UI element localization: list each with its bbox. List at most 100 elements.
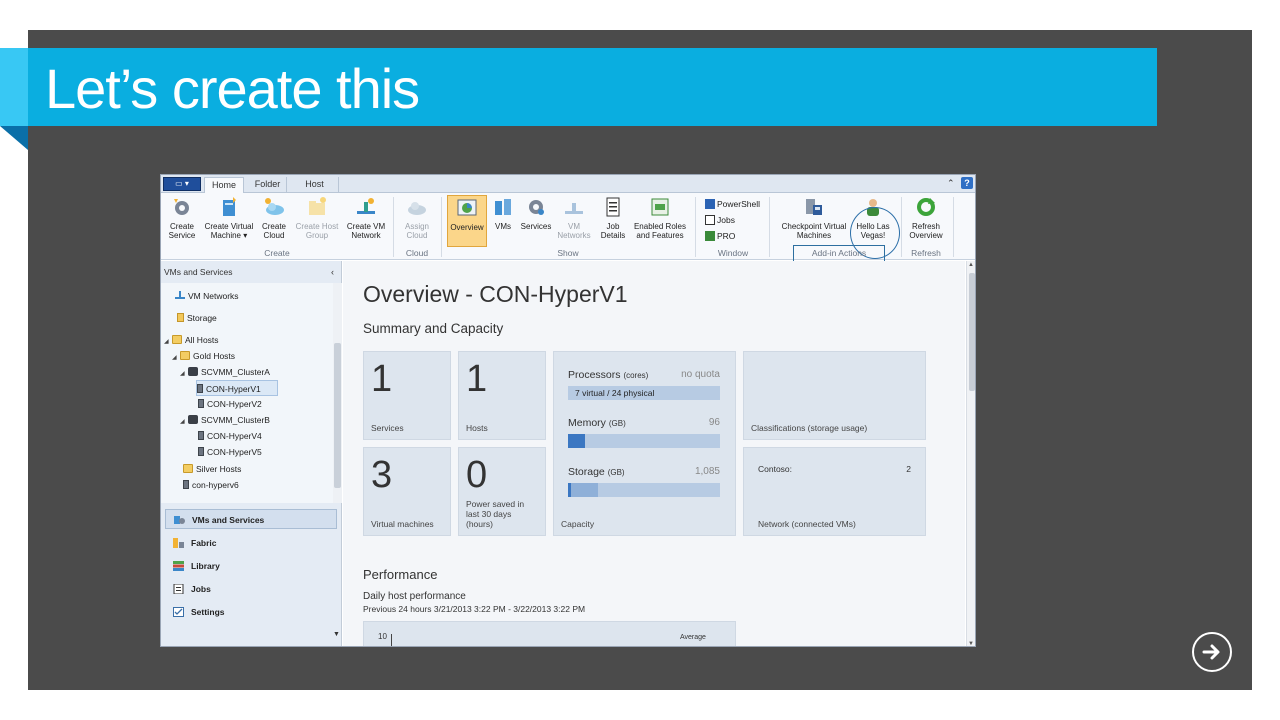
vm-network-icon bbox=[357, 198, 375, 214]
powershell-icon bbox=[705, 199, 715, 209]
create-vm-network-button[interactable]: Create VM Network bbox=[343, 195, 389, 247]
chart-y-tick: 10 bbox=[378, 632, 387, 641]
services-gear-icon bbox=[529, 200, 544, 215]
tile-value: 0 bbox=[466, 454, 488, 496]
workspace-fabric[interactable]: Fabric bbox=[165, 533, 337, 553]
assign-cloud-button[interactable]: Assign Cloud bbox=[399, 195, 435, 247]
jobs-button[interactable]: Jobs bbox=[705, 213, 735, 227]
help-icon[interactable]: ? bbox=[961, 177, 973, 189]
expand-triangle-icon: ◢ bbox=[180, 371, 185, 377]
window-controls: ⌃ ? bbox=[947, 177, 973, 189]
tree-item-con-hyperv5[interactable]: CON-HyperV5 bbox=[198, 444, 262, 460]
vmm-console-screenshot: ▭ ▾ Home Folder Host ⌃ ? Create Service … bbox=[160, 174, 976, 647]
tab-home[interactable]: Home bbox=[204, 177, 244, 194]
section-title-performance: Performance bbox=[363, 567, 438, 582]
tile-label: Hosts bbox=[466, 423, 488, 433]
tile-label: Services bbox=[371, 423, 404, 433]
library-books-icon bbox=[173, 561, 184, 571]
tile-network[interactable]: Contoso: 2 Network (connected VMs) bbox=[743, 447, 926, 536]
ribbon-separator bbox=[901, 197, 902, 257]
ribbon-group-create-label: Create bbox=[264, 248, 290, 258]
tree-item-con-hyperv4[interactable]: CON-HyperV4 bbox=[198, 428, 262, 444]
tile-value: 1 bbox=[371, 358, 393, 400]
vm-networks-button[interactable]: VM Networks bbox=[555, 195, 593, 247]
arrow-right-circle-icon bbox=[1202, 644, 1220, 660]
server-icon bbox=[197, 384, 203, 393]
workspace-jobs[interactable]: Jobs bbox=[165, 579, 337, 599]
tree-item-con-hyperv1[interactable]: CON-HyperV1 bbox=[196, 380, 278, 396]
tile-value: 1 bbox=[466, 358, 488, 400]
tree-item-scvmm-clustera[interactable]: ◢ SCVMM_ClusterA bbox=[180, 364, 270, 380]
tree-item-all-hosts[interactable]: ◢ All Hosts bbox=[164, 332, 219, 348]
ribbon-group-refresh-label: Refresh bbox=[911, 248, 941, 258]
navigation-pane: VMs and Services ‹ VM Networks Storage ◢… bbox=[161, 261, 342, 646]
pro-icon bbox=[705, 231, 715, 241]
tree-item-silver-hosts[interactable]: Silver Hosts bbox=[183, 461, 241, 477]
main-scrollbar[interactable]: ▲ ▼ bbox=[966, 261, 975, 646]
network-name: Contoso: bbox=[758, 464, 793, 474]
collapse-ribbon-icon[interactable]: ⌃ bbox=[947, 178, 955, 188]
tile-services[interactable]: 1 Services bbox=[363, 351, 451, 440]
more-workspaces-icon[interactable]: ▼ bbox=[333, 631, 340, 638]
tree-item-con-hyperv6[interactable]: con-hyperv6 bbox=[183, 477, 239, 493]
pro-button[interactable]: PRO bbox=[705, 229, 735, 243]
create-host-group-button[interactable]: Create Host Group bbox=[291, 195, 343, 247]
vms-button[interactable]: VMs bbox=[489, 195, 517, 247]
job-details-button[interactable]: Job Details bbox=[595, 195, 631, 247]
workspace-library[interactable]: Library bbox=[165, 556, 337, 576]
overview-button[interactable]: Overview bbox=[447, 195, 487, 247]
tile-label: Capacity bbox=[561, 519, 595, 529]
tile-hosts[interactable]: 1 Hosts bbox=[458, 351, 546, 440]
performance-range: Previous 24 hours 3/21/2013 3:22 PM - 3/… bbox=[363, 604, 586, 614]
scroll-up-icon[interactable]: ▲ bbox=[968, 262, 974, 268]
vm-networks-icon bbox=[565, 203, 583, 214]
next-slide-button[interactable] bbox=[1192, 632, 1232, 672]
tree-item-gold-hosts[interactable]: ◢ Gold Hosts bbox=[172, 348, 235, 364]
folder-icon bbox=[183, 464, 193, 473]
jobs-clipboard-icon bbox=[173, 584, 184, 594]
scroll-down-icon[interactable]: ▼ bbox=[968, 641, 974, 646]
settings-checkbox-icon bbox=[173, 607, 184, 617]
slide: Let’s create this ▭ ▾ Home Folder Host ⌃… bbox=[0, 0, 1280, 720]
create-service-button[interactable]: Create Service bbox=[163, 195, 201, 247]
tree-item-scvmm-clusterb[interactable]: ◢ SCVMM_ClusterB bbox=[180, 412, 270, 428]
slide-title: Let’s create this bbox=[45, 57, 420, 120]
ribbon-separator bbox=[441, 197, 442, 257]
tab-host[interactable]: Host bbox=[291, 177, 339, 194]
enabled-roles-button[interactable]: Enabled Roles and Features bbox=[631, 195, 689, 247]
powershell-button[interactable]: PowerShell bbox=[705, 197, 760, 211]
tile-classifications[interactable]: Classifications (storage usage) bbox=[743, 351, 926, 440]
host-group-folder-icon bbox=[309, 197, 326, 215]
title-banner-fold bbox=[0, 126, 28, 150]
tab-folder[interactable]: Folder bbox=[249, 177, 287, 194]
checkpoint-vms-button[interactable]: Checkpoint Virtual Machines bbox=[773, 195, 855, 247]
ribbon-group-show-label: Show bbox=[557, 248, 579, 258]
create-cloud-button[interactable]: Create Cloud bbox=[257, 195, 291, 247]
collapse-pane-icon[interactable]: ‹ bbox=[331, 267, 334, 277]
tree-item-storage[interactable]: Storage bbox=[177, 310, 217, 326]
ribbon-separator bbox=[953, 197, 954, 257]
workspace-vms-and-services[interactable]: VMs and Services bbox=[165, 509, 337, 529]
ribbon-group-cloud-label: Cloud bbox=[405, 248, 429, 258]
tile-power-saved[interactable]: 0 Power saved in last 30 days (hours) bbox=[458, 447, 546, 536]
file-menu-button[interactable]: ▭ ▾ bbox=[163, 177, 201, 191]
create-vm-button[interactable]: Create Virtual Machine ▾ bbox=[201, 195, 257, 247]
tile-capacity[interactable]: Processors (cores) no quota 7 virtual / 2… bbox=[553, 351, 736, 536]
ribbon-group-window-label: Window bbox=[717, 248, 749, 258]
tree-item-vm-networks[interactable]: VM Networks bbox=[175, 288, 239, 304]
server-icon bbox=[198, 431, 204, 440]
tile-virtual-machines[interactable]: 3 Virtual machines bbox=[363, 447, 451, 536]
main-scrollbar-thumb[interactable] bbox=[969, 273, 975, 391]
tree-item-con-hyperv2[interactable]: CON-HyperV2 bbox=[198, 396, 262, 412]
expand-triangle-icon: ◢ bbox=[180, 419, 185, 425]
fabric-icon bbox=[173, 538, 184, 548]
ribbon-tab-bar: ▭ ▾ Home Folder Host ⌃ ? bbox=[161, 175, 975, 194]
tree-scrollbar-thumb[interactable] bbox=[334, 343, 341, 488]
folder-tree: VM Networks Storage ◢ All Hosts ◢ Gold Hos… bbox=[161, 283, 333, 503]
services-button[interactable]: Services bbox=[517, 195, 555, 247]
tree-scrollbar[interactable] bbox=[333, 283, 342, 503]
workspace-settings[interactable]: Settings bbox=[165, 602, 337, 622]
service-gear-icon bbox=[174, 199, 189, 215]
expand-triangle-icon: ◢ bbox=[172, 355, 177, 361]
refresh-overview-button[interactable]: Refresh Overview bbox=[905, 195, 947, 247]
